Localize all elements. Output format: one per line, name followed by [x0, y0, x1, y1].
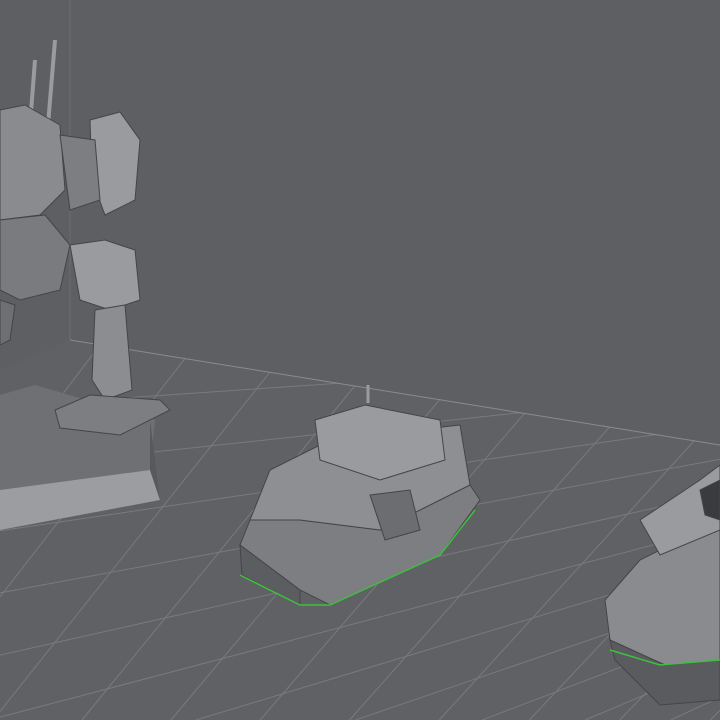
scene-render	[0, 0, 720, 720]
3d-viewport[interactable]	[0, 0, 720, 720]
